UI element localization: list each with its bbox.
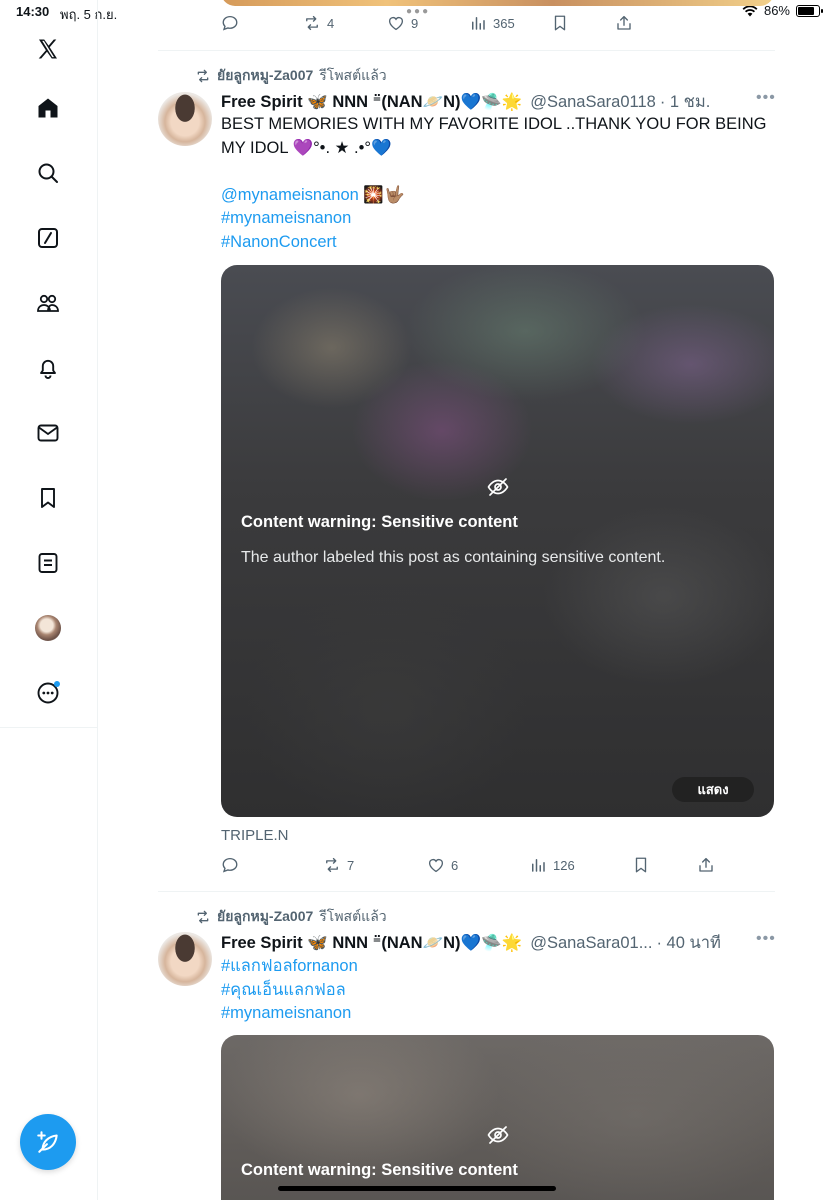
share-icon xyxy=(699,857,713,872)
notifications-icon[interactable] xyxy=(34,354,62,382)
author-handle[interactable]: @SanaSara01... xyxy=(530,934,652,953)
battery-percent: 86% xyxy=(763,3,790,18)
post-header: Free Spirit 🦋 NNN ⁼̈(NAN🪐N)💙🛸🌟 @SanaSara… xyxy=(221,930,721,956)
share-button[interactable] xyxy=(615,14,633,32)
post-time[interactable]: · 40 นาที xyxy=(656,930,720,956)
reply-icon xyxy=(222,857,238,873)
reply-icon xyxy=(222,15,238,31)
more-icon[interactable] xyxy=(34,679,62,707)
repost-icon xyxy=(197,910,209,924)
author-name[interactable]: Free Spirit 🦋 NNN ⁼̈(NAN🪐N)💙🛸🌟 xyxy=(221,933,522,953)
post-actions: 7 6 126 xyxy=(221,856,761,880)
post-header: Free Spirit 🦋 NNN ⁼̈(NAN🪐N)💙🛸🌟 @SanaSara… xyxy=(221,89,710,115)
blurred-image xyxy=(221,265,774,817)
bookmarks-icon[interactable] xyxy=(34,484,62,512)
messages-icon[interactable] xyxy=(34,419,62,447)
compose-feather-icon xyxy=(37,1131,58,1153)
repost-label: รีโพสต์แล้ว xyxy=(319,67,387,83)
repost-icon xyxy=(197,69,209,83)
profile-avatar[interactable] xyxy=(34,614,62,642)
sensitive-media[interactable]: Content warning: Sensitive content xyxy=(221,1035,774,1200)
repost-icon xyxy=(326,857,338,873)
post-text: BEST MEMORIES WITH MY FAVORITE IDOL ..TH… xyxy=(221,115,767,157)
lists-icon[interactable] xyxy=(34,549,62,577)
hashtag-link[interactable]: #NanonConcert xyxy=(221,231,771,255)
bookmark-button[interactable] xyxy=(632,856,650,874)
post-menu-icon[interactable]: ••• xyxy=(756,89,776,107)
views-button[interactable]: 126 xyxy=(529,856,575,874)
views-count: 126 xyxy=(553,857,575,873)
reply-button[interactable] xyxy=(221,856,245,874)
x-logo-icon[interactable] xyxy=(34,35,62,63)
reply-button[interactable] xyxy=(221,14,245,32)
views-icon xyxy=(532,859,545,872)
author-avatar[interactable] xyxy=(158,932,212,986)
post-body: #แลกฟอลfornanon #คุณเอ็นแลกฟอล #mynameis… xyxy=(221,955,771,1026)
hashtag-link[interactable]: #mynameisnanon xyxy=(221,207,771,231)
repost-icon xyxy=(306,15,318,31)
search-icon[interactable] xyxy=(34,159,62,187)
media-caption: TRIPLE.N xyxy=(221,827,289,844)
battery-icon xyxy=(796,4,823,17)
show-media-button[interactable]: แสดง xyxy=(672,777,754,802)
sensitive-media[interactable]: Content warning: Sensitive content The a… xyxy=(221,265,774,817)
hashtag-link[interactable]: #คุณเอ็นแลกฟอล xyxy=(221,979,771,1003)
like-count: 9 xyxy=(411,15,419,31)
views-icon xyxy=(472,17,485,30)
content-warning-title: Content warning: Sensitive content xyxy=(241,513,518,531)
eye-off-icon xyxy=(487,478,509,496)
repost-button[interactable]: 7 xyxy=(323,856,354,874)
author-name[interactable]: Free Spirit 🦋 NNN ⁼̈(NAN🪐N)💙🛸🌟 xyxy=(221,92,522,112)
repost-indicator: ยัยลูกหมู-Za007 รีโพสต์แล้ว xyxy=(195,906,387,928)
post-menu-icon[interactable]: ••• xyxy=(756,930,776,948)
views-button[interactable]: 365 xyxy=(469,14,515,32)
repost-button[interactable]: 4 xyxy=(303,14,334,32)
views-count: 365 xyxy=(493,15,515,31)
bookmark-button[interactable] xyxy=(551,14,569,32)
home-icon[interactable] xyxy=(34,94,62,122)
post-divider xyxy=(158,891,775,892)
content-warning-title: Content warning: Sensitive content xyxy=(241,1161,518,1179)
hashtag-link[interactable]: #แลกฟอลfornanon xyxy=(221,955,771,979)
post-time[interactable]: · 1 ชม. xyxy=(660,89,711,115)
author-avatar[interactable] xyxy=(158,92,212,146)
notification-dot xyxy=(54,681,60,687)
like-count: 6 xyxy=(451,857,459,873)
eye-off-icon xyxy=(487,1126,509,1144)
like-button[interactable]: 9 xyxy=(387,14,418,32)
mention-link[interactable]: @mynameisnanon 🎇🤟🏽 xyxy=(221,184,771,208)
repost-user[interactable]: ยัยลูกหมู-Za007 xyxy=(217,906,313,928)
previous-post-actions: 4 9 365 xyxy=(221,14,761,38)
compose-button[interactable] xyxy=(20,1114,76,1170)
repost-count: 4 xyxy=(327,15,335,31)
share-icon xyxy=(617,15,631,30)
repost-user[interactable]: ยัยลูกหมู-Za007 xyxy=(217,65,313,87)
home-indicator[interactable] xyxy=(278,1186,556,1191)
hashtag-link[interactable]: #mynameisnanon xyxy=(221,1002,771,1026)
author-handle[interactable]: @SanaSara0118 xyxy=(530,93,656,112)
sidebar-divider xyxy=(0,727,98,728)
like-button[interactable]: 6 xyxy=(427,856,458,874)
repost-count: 7 xyxy=(347,857,355,873)
bookmark-icon xyxy=(635,857,647,873)
content-warning-description: The author labeled this post as containi… xyxy=(241,549,666,566)
avatar xyxy=(35,615,61,641)
share-button[interactable] xyxy=(697,856,715,874)
previous-post-media[interactable] xyxy=(221,0,774,6)
repost-label: รีโพสต์แล้ว xyxy=(319,908,387,924)
grok-icon[interactable] xyxy=(34,224,62,252)
post-body: BEST MEMORIES WITH MY FAVORITE IDOL ..TH… xyxy=(221,113,771,254)
post-divider xyxy=(158,50,775,51)
bookmark-icon xyxy=(554,15,566,31)
battery-level xyxy=(798,6,815,15)
repost-indicator: ยัยลูกหมู-Za007 รีโพสต์แล้ว xyxy=(195,65,387,87)
communities-icon[interactable] xyxy=(34,289,62,317)
heart-icon xyxy=(388,16,404,31)
sidebar xyxy=(0,0,98,1200)
heart-icon xyxy=(428,858,444,873)
